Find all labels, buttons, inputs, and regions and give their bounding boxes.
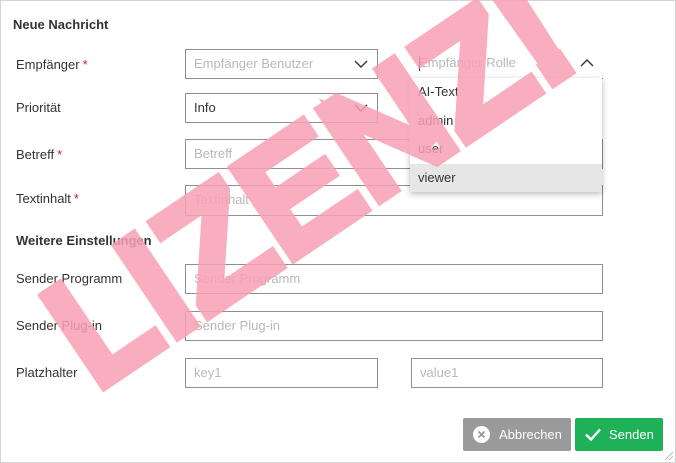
body-placeholder: Textinhalt <box>194 192 249 207</box>
priority-select[interactable]: Info <box>185 93 378 123</box>
required-marker: * <box>82 57 88 72</box>
role-option[interactable]: user <box>410 135 602 164</box>
role-option-highlighted[interactable]: viewer <box>410 163 602 192</box>
dialog-title: Neue Nachricht <box>13 17 109 32</box>
cancel-button[interactable]: Abbrechen <box>463 418 571 451</box>
value-placeholder: value1 <box>420 365 459 380</box>
required-marker: * <box>73 191 79 206</box>
send-button[interactable]: Senden <box>575 418 663 451</box>
dialog: Neue Nachricht Empfänger * Empfänger Benu… <box>0 0 676 463</box>
sender-program-placeholder: Sender Programm <box>194 271 301 286</box>
chevron-up-icon <box>580 59 594 67</box>
recipient-label: Empfänger * <box>16 57 88 72</box>
role-option[interactable]: AI-Text <box>410 78 602 107</box>
checkmark-icon <box>585 428 601 442</box>
text-caret <box>419 56 420 71</box>
recipient-role-placeholder: Empfänger Rolle <box>419 55 516 70</box>
key-placeholder: key1 <box>194 365 222 380</box>
sender-program-label: Sender Programm <box>16 271 123 286</box>
sender-plugin-placeholder: Sender Plug-in <box>194 318 280 333</box>
resize-grip-icon[interactable] <box>663 450 673 460</box>
role-option[interactable]: admin <box>410 107 602 136</box>
body-label: Textinhalt * <box>16 191 79 206</box>
recipient-role-select[interactable]: Empfänger Rolle <box>411 49 603 79</box>
placeholder-key-input[interactable]: key1 <box>185 358 378 388</box>
sender-plugin-label: Sender Plug-in <box>16 318 102 333</box>
sender-program-input[interactable]: Sender Programm <box>185 264 603 294</box>
priority-label: Priorität <box>16 100 61 115</box>
close-circle-icon <box>473 426 490 443</box>
recipient-user-placeholder: Empfänger Benutzer <box>194 56 314 71</box>
section-title: Weitere Einstellungen <box>16 233 152 248</box>
subject-placeholder: Betreff <box>194 146 233 161</box>
cancel-button-label: Abbrechen <box>499 427 562 442</box>
placeholder-label: Platzhalter <box>16 365 78 380</box>
send-button-label: Senden <box>609 427 654 442</box>
recipient-user-select[interactable]: Empfänger Benutzer <box>185 49 378 79</box>
subject-label: Betreff * <box>16 147 63 162</box>
sender-plugin-input[interactable]: Sender Plug-in <box>185 311 603 341</box>
required-marker: * <box>57 147 63 162</box>
role-dropdown: AI-Text admin user viewer <box>410 78 602 192</box>
chevron-down-icon <box>354 60 368 68</box>
chevron-down-icon <box>354 104 368 112</box>
placeholder-value-input[interactable]: value1 <box>411 358 603 388</box>
priority-value: Info <box>194 100 216 115</box>
